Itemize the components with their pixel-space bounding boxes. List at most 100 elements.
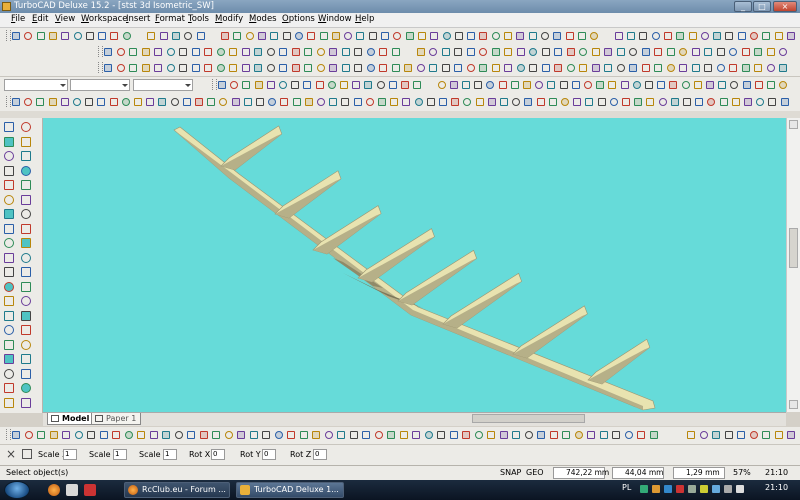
tray-icon-3[interactable]: [664, 485, 672, 493]
tb2-tool-icon[interactable]: [116, 48, 125, 56]
tb5-tool-icon[interactable]: [146, 98, 155, 106]
tb3-tool-icon[interactable]: [679, 64, 687, 72]
tb3-tool-icon[interactable]: [591, 64, 600, 72]
left-palette-tool-icon[interactable]: [21, 165, 31, 176]
tb1-tool-icon[interactable]: [676, 32, 685, 40]
tb1-tool-icon[interactable]: [12, 32, 20, 40]
tb1-tool-icon[interactable]: [467, 32, 476, 40]
tb5-tool-icon[interactable]: [475, 98, 484, 106]
tb3-tool-icon[interactable]: [616, 64, 625, 72]
tb1-tool-icon[interactable]: [516, 32, 525, 40]
coord-y-field[interactable]: 44,04 mm: [612, 467, 664, 479]
tb2-tool-icon[interactable]: [591, 48, 600, 56]
left-palette-tool-icon[interactable]: [21, 223, 31, 234]
tb-bottom-tool-icon[interactable]: [262, 431, 270, 439]
tb1-tool-icon[interactable]: [98, 32, 107, 40]
tb3-tool-icon[interactable]: [104, 64, 112, 72]
left-palette-tool-icon[interactable]: [4, 238, 14, 248]
tb5-tool-icon[interactable]: [268, 98, 277, 106]
tb5-tool-icon[interactable]: [719, 98, 728, 106]
tb3-tool-icon[interactable]: [266, 64, 275, 72]
tb5-tool-icon[interactable]: [12, 98, 20, 106]
tb4-tool-icon[interactable]: [340, 81, 348, 89]
tb-bottom-tool-icon[interactable]: [199, 431, 208, 439]
tb2-tool-icon[interactable]: [691, 48, 700, 56]
tb1-tool-icon[interactable]: [307, 32, 316, 40]
task-turbocad[interactable]: TurboCAD Deluxe 1...: [236, 482, 344, 498]
snap-toggle[interactable]: SNAP: [500, 468, 521, 477]
tb4-tool-icon[interactable]: [266, 81, 275, 89]
tb4-tool-icon[interactable]: [364, 81, 373, 89]
tb4-tool-icon[interactable]: [706, 81, 714, 89]
tb2-tool-icon[interactable]: [391, 48, 400, 56]
left-palette-tool-icon[interactable]: [4, 281, 14, 292]
tb-bottom-tool-icon[interactable]: [474, 431, 483, 439]
quicklaunch-app-icon[interactable]: [84, 484, 96, 496]
tb-bottom-tool-icon[interactable]: [437, 431, 445, 439]
tb5-tool-icon[interactable]: [573, 98, 582, 106]
tb4-tool-icon[interactable]: [449, 81, 458, 89]
tb1-tool-icon[interactable]: [294, 32, 303, 40]
tb4-tool-icon[interactable]: [242, 81, 251, 89]
tb-bottom-tool-icon[interactable]: [24, 431, 33, 439]
tb1-tool-icon[interactable]: [663, 32, 672, 40]
tb4-tool-icon[interactable]: [376, 81, 385, 89]
tb5-tool-icon[interactable]: [231, 98, 240, 106]
tb3-tool-icon[interactable]: [766, 64, 775, 72]
tb3-tool-icon[interactable]: [516, 64, 525, 72]
tb-bottom-tool-icon[interactable]: [462, 431, 470, 439]
tb3-tool-icon[interactable]: [629, 64, 637, 72]
tb5-tool-icon[interactable]: [60, 98, 69, 106]
tb2-tool-icon[interactable]: [229, 48, 237, 56]
tb2-tool-icon[interactable]: [491, 48, 500, 56]
tray-icon-6[interactable]: [700, 485, 708, 493]
tb1-tool-icon[interactable]: [233, 32, 242, 40]
tb1-tool-icon[interactable]: [725, 32, 734, 40]
tb-bottom-tool-icon[interactable]: [612, 431, 620, 439]
tb1-tool-icon[interactable]: [171, 32, 180, 40]
tb-bottom-tool-icon[interactable]: [312, 431, 320, 439]
tb5-tool-icon[interactable]: [622, 98, 630, 106]
tb5-tool-icon[interactable]: [256, 98, 264, 106]
tb1-tool-icon[interactable]: [73, 32, 82, 40]
left-palette-tool-icon[interactable]: [4, 165, 14, 176]
tb4-tool-icon[interactable]: [523, 81, 531, 89]
left-palette-tool-icon[interactable]: [4, 267, 14, 277]
tb3-tool-icon[interactable]: [204, 64, 212, 72]
tb3-tool-icon[interactable]: [441, 64, 450, 72]
scroll-up-arrow[interactable]: [789, 120, 798, 129]
tb1-tool-icon[interactable]: [553, 32, 562, 40]
tb1-tool-icon[interactable]: [36, 32, 45, 40]
tb5-tool-icon[interactable]: [658, 98, 667, 106]
tb1-tool-icon[interactable]: [24, 32, 33, 40]
tb5-tool-icon[interactable]: [36, 98, 45, 106]
tb3-tool-icon[interactable]: [141, 64, 150, 72]
tb4-tool-icon[interactable]: [510, 81, 519, 89]
tb-bottom-tool-icon[interactable]: [149, 431, 158, 439]
tray-icon-4[interactable]: [676, 485, 684, 493]
tb2-tool-icon[interactable]: [466, 48, 475, 56]
tb-bottom-tool-icon[interactable]: [187, 431, 195, 439]
tb5-tool-icon[interactable]: [73, 98, 81, 106]
tb5-tool-icon[interactable]: [463, 98, 472, 106]
tb-bottom-tool-icon[interactable]: [49, 431, 58, 439]
tb4-tool-icon[interactable]: [303, 81, 312, 89]
check-icon[interactable]: [22, 449, 32, 459]
tb5-tool-icon[interactable]: [439, 98, 447, 106]
toolbar-grip-icon[interactable]: [98, 46, 103, 57]
tray-icon-2[interactable]: [652, 485, 660, 493]
rot-z-field[interactable]: 0: [313, 449, 327, 460]
tb5-tool-icon[interactable]: [744, 98, 752, 106]
tb5-tool-icon[interactable]: [97, 98, 106, 106]
toolbar-grip-icon[interactable]: [6, 429, 11, 440]
tb1-tool-icon[interactable]: [147, 32, 156, 40]
left-palette-tool-icon[interactable]: [4, 223, 14, 234]
horizontal-scroll-thumb[interactable]: [472, 414, 585, 423]
tb2-tool-icon[interactable]: [291, 48, 300, 56]
tb1-tool-icon[interactable]: [245, 32, 254, 40]
rot-x-field[interactable]: 0: [211, 449, 225, 460]
tb3-tool-icon[interactable]: [429, 64, 437, 72]
left-palette-tool-icon[interactable]: [21, 267, 31, 277]
tb2-tool-icon[interactable]: [266, 48, 275, 56]
left-palette-tool-icon[interactable]: [4, 122, 14, 132]
